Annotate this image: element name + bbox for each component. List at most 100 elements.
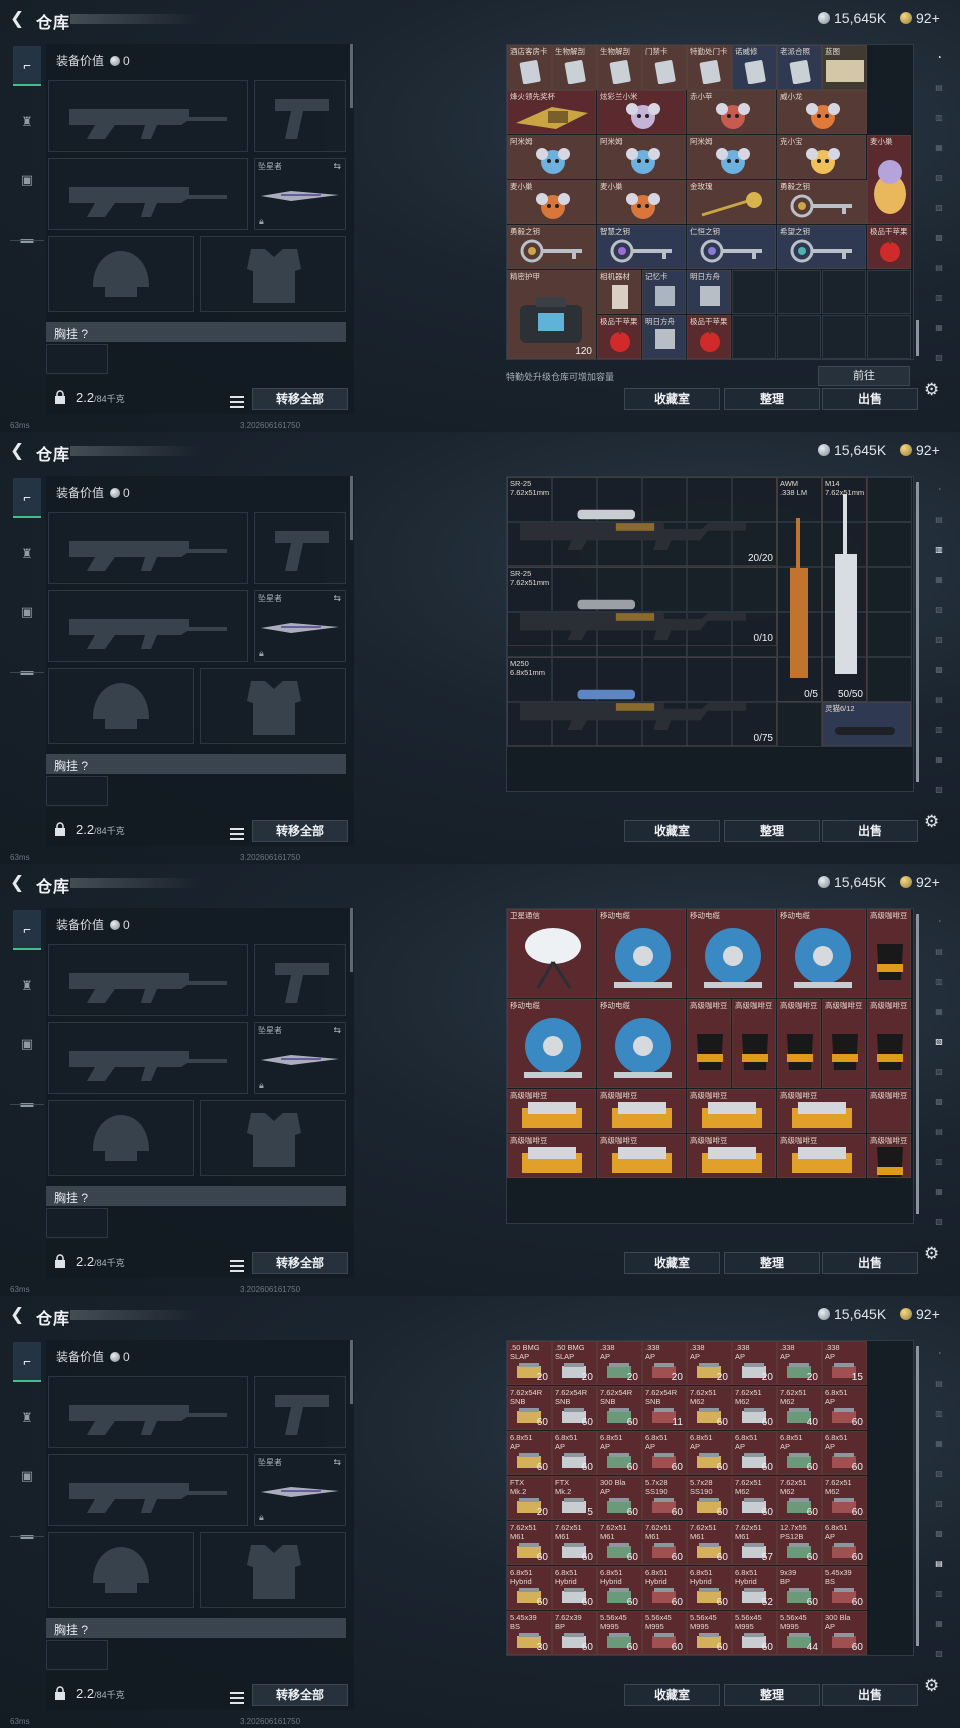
ammo-item[interactable]: .50 BMG SLAP 20	[552, 1341, 597, 1385]
stash-item[interactable]: 高级咖啡豆	[867, 1089, 911, 1133]
secondary-weapon-slot[interactable]	[48, 1454, 248, 1526]
stash-scrollbar[interactable]	[916, 1346, 919, 1646]
ammo-item[interactable]: .338 AP 20	[597, 1341, 642, 1385]
stash-scrollbar[interactable]	[916, 914, 919, 1214]
loadout-tab-4[interactable]: ▬	[13, 1514, 41, 1554]
category-tab-8[interactable]: ▤	[924, 1118, 954, 1144]
stash-item[interactable]: 麦小巢	[597, 180, 686, 224]
sort-button[interactable]: 整理	[724, 820, 820, 842]
category-tab-11[interactable]: ▧	[924, 1640, 954, 1666]
list-icon[interactable]	[230, 1259, 244, 1272]
ammo-item[interactable]: 6.8x51 AP 60	[552, 1431, 597, 1475]
stash-item[interactable]: 高级咖啡豆	[507, 1134, 596, 1178]
primary-weapon-slot[interactable]	[48, 1376, 248, 1448]
ammo-item[interactable]: 6.8x51 Hybrid 60	[507, 1566, 552, 1610]
collection-button[interactable]: 收藏室	[624, 820, 720, 842]
stash-item[interactable]: 卫星通信	[507, 909, 596, 998]
loadout-tab-4[interactable]: ▬	[13, 218, 41, 258]
stash-item[interactable]: 移动电缆	[777, 909, 866, 998]
empty-slot[interactable]	[732, 270, 776, 314]
stash-item[interactable]: 高级咖啡豆	[777, 1134, 866, 1178]
melee-slot[interactable]: 坠星者 ⇆ 🔒︎	[254, 590, 346, 662]
stash-item[interactable]: 明日方舟	[687, 270, 731, 314]
gold-currency[interactable]: 92+	[900, 1306, 940, 1322]
gold-currency[interactable]: 92+	[900, 442, 940, 458]
settings-gear-icon[interactable]: ⚙	[924, 380, 944, 400]
sell-button[interactable]: 出售	[822, 820, 918, 842]
ammo-item[interactable]: 6.8x51 AP 60	[822, 1521, 867, 1565]
chest-rig-header[interactable]: 胸挂 ?	[46, 754, 346, 774]
ammo-item[interactable]: 7.62x51 M61 60	[507, 1521, 552, 1565]
stash-item[interactable]: 金玫瑰	[687, 180, 776, 224]
stash-item[interactable]: 麦小巢	[507, 180, 596, 224]
loadout-tab-2[interactable]: ♜	[13, 1398, 41, 1438]
category-tab-3[interactable]: ▥	[924, 536, 954, 562]
ammo-item[interactable]: .338 AP 20	[732, 1341, 777, 1385]
stash-item[interactable]: 高级咖啡豆	[507, 1089, 596, 1133]
stash-item[interactable]: 记忆卡	[642, 270, 686, 314]
transfer-all-button[interactable]: 转移全部	[252, 388, 348, 410]
sell-button[interactable]: 出售	[822, 1252, 918, 1274]
stash-item[interactable]: 威小龙	[777, 90, 867, 134]
loadout-tab-3[interactable]: ▣	[13, 592, 41, 632]
stash-item[interactable]: 诺威修	[732, 45, 777, 90]
ammo-item[interactable]: 300 Bla AP 60	[597, 1476, 642, 1520]
category-tab-1[interactable]: ◔	[924, 44, 954, 70]
category-tab-9[interactable]: ▥	[924, 284, 954, 310]
ammo-item[interactable]: 9x39 BP 60	[777, 1566, 822, 1610]
settings-gear-icon[interactable]: ⚙	[924, 1676, 944, 1696]
ammo-item[interactable]: 12.7x55 PS12B 60	[777, 1521, 822, 1565]
stash-item[interactable]: 极品干苹果	[597, 315, 641, 359]
stash-item[interactable]: 蓝图	[822, 45, 867, 90]
ammo-item[interactable]: FTX Mk.2 20	[507, 1476, 552, 1520]
pistol-slot[interactable]	[254, 80, 346, 152]
armor-slot[interactable]	[200, 668, 346, 744]
stash-scrollbar[interactable]	[916, 320, 919, 356]
loadout-tab-4[interactable]: ▬	[13, 1082, 41, 1122]
collection-button[interactable]: 收藏室	[624, 388, 720, 410]
category-tab-7[interactable]: ▩	[924, 1520, 954, 1546]
back-arrow-icon[interactable]: ❮	[10, 1306, 26, 1324]
category-tab-5[interactable]: ▧	[924, 1028, 954, 1054]
helmet-slot[interactable]	[48, 236, 194, 312]
category-tab-5[interactable]: ▧	[924, 1460, 954, 1486]
ammo-item[interactable]: 300 Bla AP 60	[822, 1611, 867, 1655]
stash-item[interactable]: 生物解剖	[597, 45, 642, 90]
equipment-scrollbar[interactable]	[350, 908, 353, 972]
empty-slot[interactable]	[777, 315, 821, 359]
equipment-scrollbar[interactable]	[350, 476, 353, 540]
category-tab-11[interactable]: ▧	[924, 344, 954, 370]
empty-slot[interactable]	[822, 315, 866, 359]
stash-item[interactable]: 高级咖啡豆	[732, 999, 776, 1088]
loadout-tab-1[interactable]: ⌐	[13, 478, 41, 518]
stash-item[interactable]: 阿米姆	[507, 135, 596, 179]
ammo-item[interactable]: .50 BMG SLAP 20	[507, 1341, 552, 1385]
stash-item[interactable]: 高级咖啡豆	[822, 999, 866, 1088]
empty-slot[interactable]	[822, 270, 866, 314]
secondary-weapon-slot[interactable]	[48, 1022, 248, 1094]
category-tab-5[interactable]: ▧	[924, 596, 954, 622]
chest-rig-slot[interactable]	[46, 776, 108, 806]
ammo-item[interactable]: 5.56x45 M995 60	[687, 1611, 732, 1655]
stash-item[interactable]: 酒店客房卡	[507, 45, 552, 90]
ammo-item[interactable]: 7.62x54R SNB 60	[507, 1386, 552, 1430]
ammo-item[interactable]: 7.62x51 M61 60	[597, 1521, 642, 1565]
loadout-tab-1[interactable]: ⌐	[13, 910, 41, 950]
transfer-all-button[interactable]: 转移全部	[252, 1252, 348, 1274]
transfer-all-button[interactable]: 转移全部	[252, 1684, 348, 1706]
stash-item[interactable]: 老派合照	[777, 45, 822, 90]
ammo-item[interactable]: FTX Mk.2 5	[552, 1476, 597, 1520]
helmet-slot[interactable]	[48, 1532, 194, 1608]
settings-gear-icon[interactable]: ⚙	[924, 812, 944, 832]
stash-scrollbar[interactable]	[916, 482, 919, 782]
ammo-item[interactable]: 7.62x54R SNB 60	[552, 1386, 597, 1430]
primary-weapon-slot[interactable]	[48, 80, 248, 152]
stash-item[interactable]: SR-25 20/20 7.62x51mm	[507, 477, 777, 566]
ammo-item[interactable]: 5.45x39 BS 60	[822, 1566, 867, 1610]
stash-item[interactable]: 门禁卡	[642, 45, 687, 90]
pistol-slot[interactable]	[254, 1376, 346, 1448]
stash-item[interactable]: 烽火领先奖杯	[507, 90, 596, 134]
sort-button[interactable]: 整理	[724, 1684, 820, 1706]
empty-slot[interactable]	[732, 315, 776, 359]
stash-item[interactable]: 智慧之钥	[597, 225, 686, 269]
